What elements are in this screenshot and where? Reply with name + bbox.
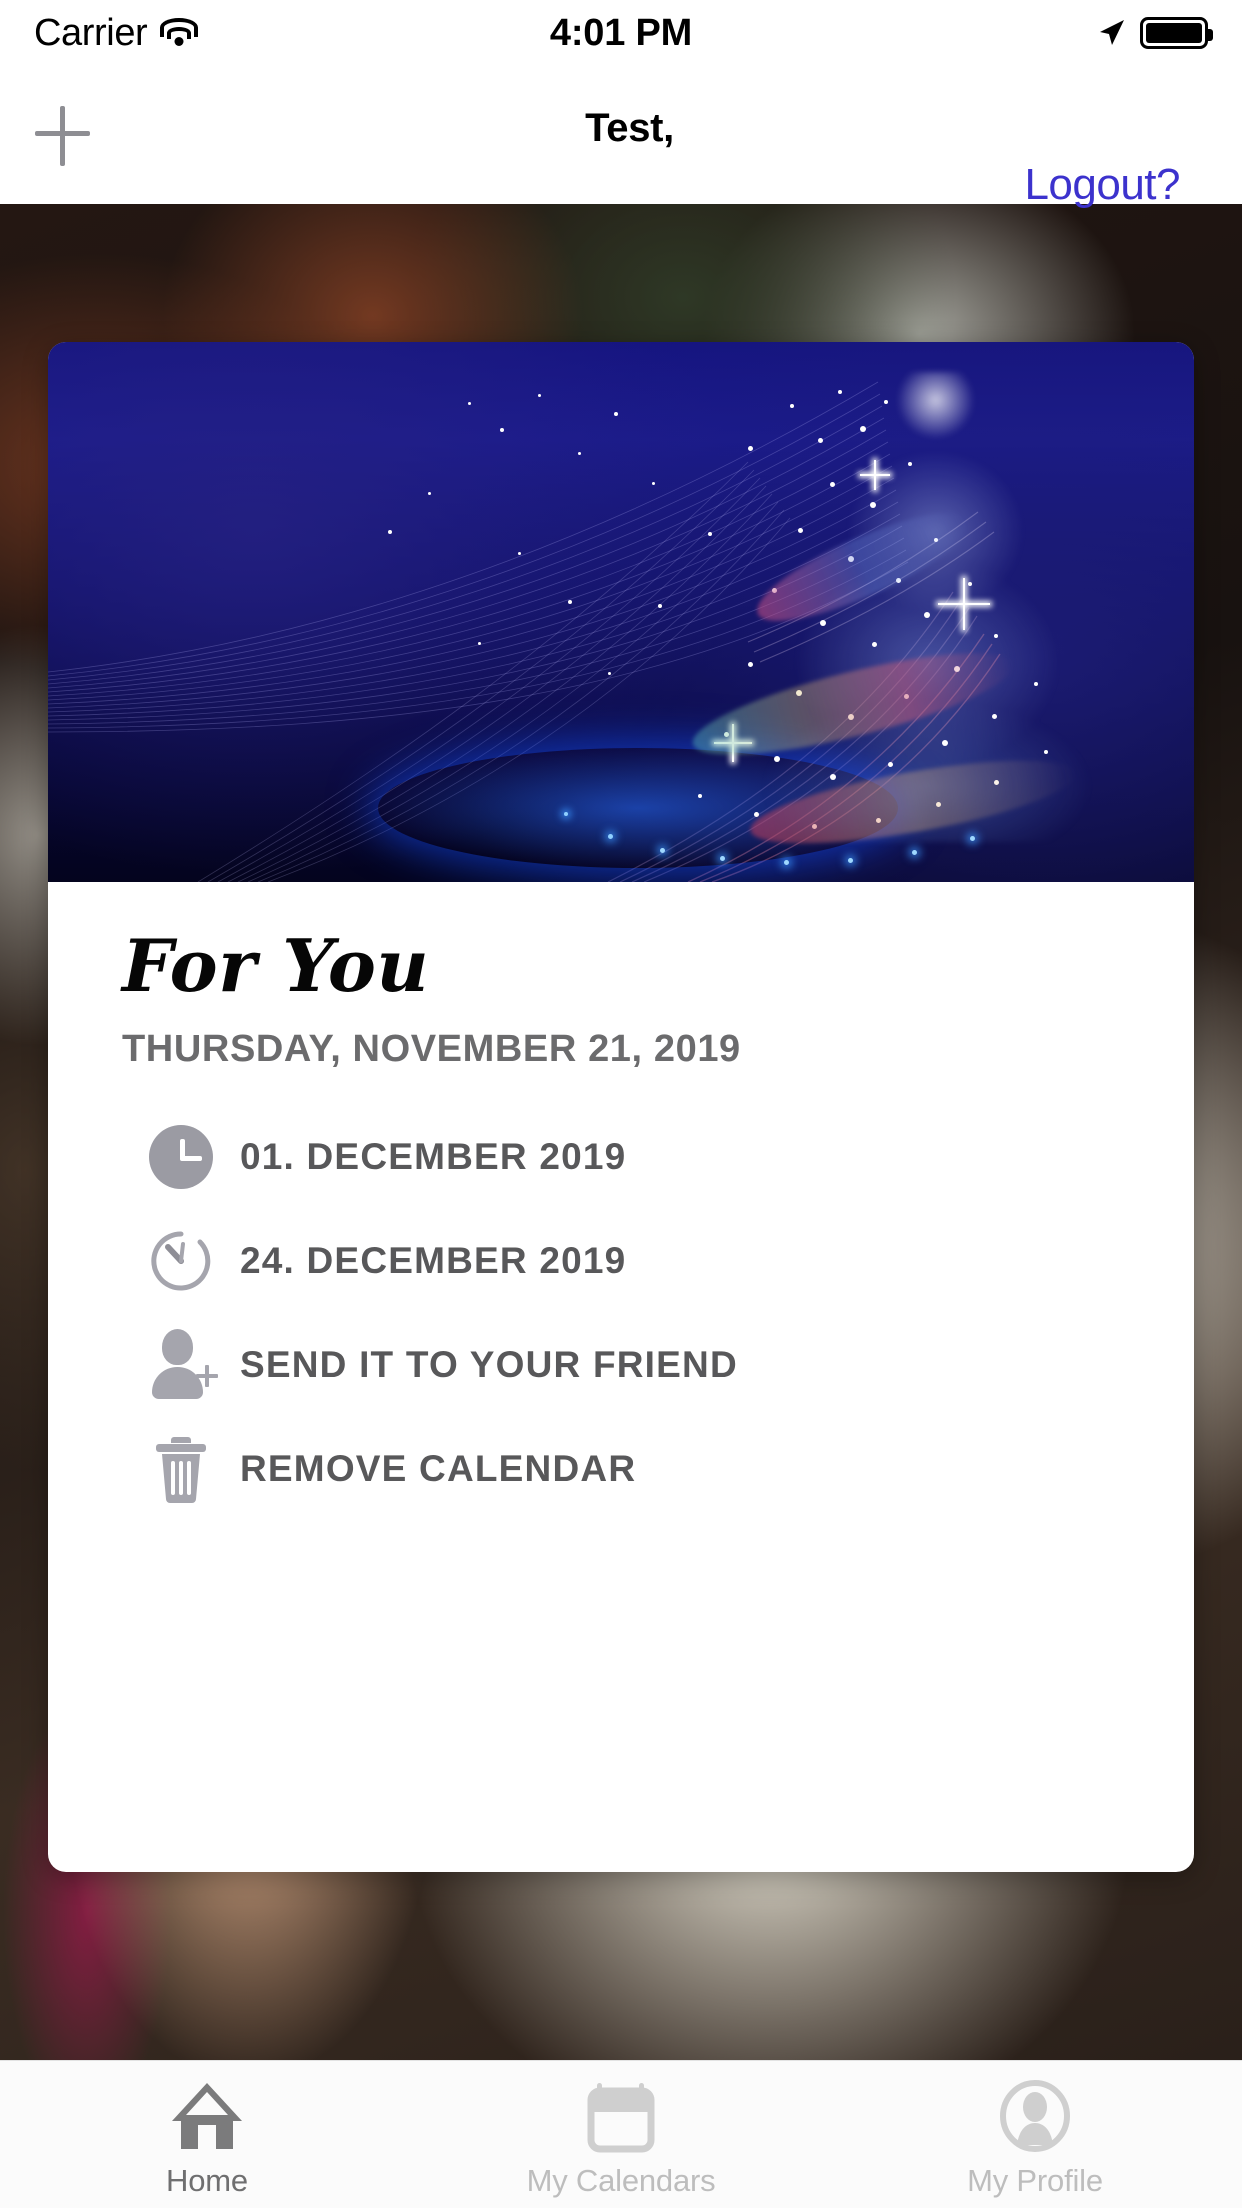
list-item-label: 24. DECEMBER 2019	[240, 1240, 627, 1281]
card-hero-image	[48, 342, 1194, 882]
status-bar: Carrier 4:01 PM	[0, 0, 1242, 66]
list-item-end-date[interactable]: 24. DECEMBER 2019	[122, 1209, 1120, 1313]
list-item-start-date[interactable]: 01. DECEMBER 2019	[122, 1105, 1120, 1209]
clock-filled-icon	[122, 1125, 240, 1189]
tab-label: My Calendars	[526, 2162, 716, 2198]
home-icon	[168, 2079, 246, 2153]
list-item-label: 01. DECEMBER 2019	[240, 1136, 627, 1177]
calendar-card[interactable]: For You THURSDAY, NOVEMBER 21, 2019 01. …	[48, 342, 1194, 1872]
tab-bar: Home My Calendars My Profile	[0, 2060, 1242, 2208]
card-date: THURSDAY, NOVEMBER 21, 2019	[122, 1028, 741, 1070]
list-item-label: REMOVE CALENDAR	[240, 1448, 637, 1489]
location-arrow-icon	[1096, 18, 1126, 48]
profile-icon	[997, 2079, 1073, 2153]
app-screen: Carrier 4:01 PM Test, Logout? For You TH…	[0, 0, 1242, 2208]
status-bar-time: 4:01 PM	[549, 11, 693, 54]
person-add-icon	[122, 1329, 240, 1401]
card-body: For You THURSDAY, NOVEMBER 21, 2019 01. …	[48, 882, 1194, 1521]
card-title: For You	[122, 923, 430, 1008]
trash-icon	[122, 1433, 240, 1505]
tab-my-profile[interactable]: My Profile	[828, 2061, 1242, 2208]
status-bar-right	[1096, 17, 1213, 49]
tab-label: My Profile	[967, 2162, 1103, 2198]
battery-full-icon	[1140, 17, 1213, 49]
list-item-send-to-friend[interactable]: SEND IT TO YOUR FRIEND	[122, 1313, 1120, 1417]
page-title: Test,	[585, 106, 674, 150]
list-item-label: SEND IT TO YOUR FRIEND	[240, 1344, 738, 1385]
add-calendar-button[interactable]	[22, 96, 102, 176]
list-item-remove-calendar[interactable]: REMOVE CALENDAR	[122, 1417, 1120, 1521]
tab-my-calendars[interactable]: My Calendars	[414, 2061, 828, 2208]
logout-link[interactable]: Logout?	[1024, 160, 1180, 210]
card-action-list: 01. DECEMBER 2019 24. DECEMBER 2019 SEND…	[122, 1105, 1120, 1521]
tab-label: Home	[166, 2162, 248, 2198]
tab-home[interactable]: Home	[0, 2061, 414, 2208]
calendar-icon	[585, 2079, 657, 2153]
navigation-bar: Test, Logout?	[0, 66, 1242, 209]
timer-outline-icon	[122, 1228, 240, 1294]
